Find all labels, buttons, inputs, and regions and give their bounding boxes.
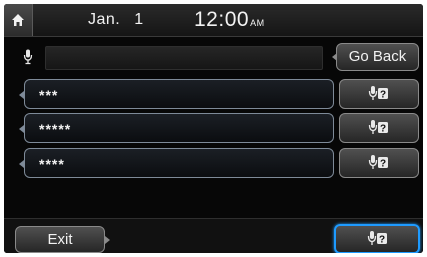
voice-help-button[interactable]: ? (339, 148, 419, 178)
home-icon (12, 14, 24, 26)
list-item-label: *** (39, 87, 59, 103)
svg-text:?: ? (380, 90, 386, 101)
list-item[interactable]: **** (19, 148, 334, 178)
clock-time: 12:00 (194, 8, 250, 31)
home-button[interactable] (4, 4, 33, 36)
list-item[interactable]: *** (19, 79, 334, 109)
go-back-button[interactable]: Go Back (332, 43, 419, 71)
svg-text:?: ? (380, 124, 386, 135)
list-item[interactable]: ***** (19, 113, 334, 143)
date-display: Jan. 1 (88, 11, 144, 29)
voice-help-button-selected[interactable]: ? (334, 224, 420, 253)
svg-text:?: ? (380, 159, 386, 170)
voice-help-icon: ? (368, 155, 388, 170)
date-day: 1 (134, 11, 144, 28)
voice-help-icon: ? (368, 120, 388, 135)
voice-help-icon: ? (368, 86, 388, 101)
speech-input-field[interactable] (45, 46, 323, 70)
status-bar: Jan. 1 12:00AM (4, 4, 423, 37)
svg-text:?: ? (379, 235, 385, 246)
exit-button[interactable]: Exit (15, 226, 110, 253)
date-month: Jan. (88, 11, 121, 28)
clock: 12:00AM (194, 8, 265, 32)
microphone-icon (23, 49, 33, 65)
clock-ampm: AM (250, 18, 265, 28)
head-unit-screen: Jan. 1 12:00AM Go Back *** ? ***** ? ***… (4, 4, 423, 253)
voice-help-icon: ? (367, 231, 387, 246)
voice-help-button[interactable]: ? (339, 113, 419, 143)
list-item-label: **** (39, 156, 65, 172)
list-item-label: ***** (39, 121, 72, 137)
voice-help-button[interactable]: ? (339, 79, 419, 109)
